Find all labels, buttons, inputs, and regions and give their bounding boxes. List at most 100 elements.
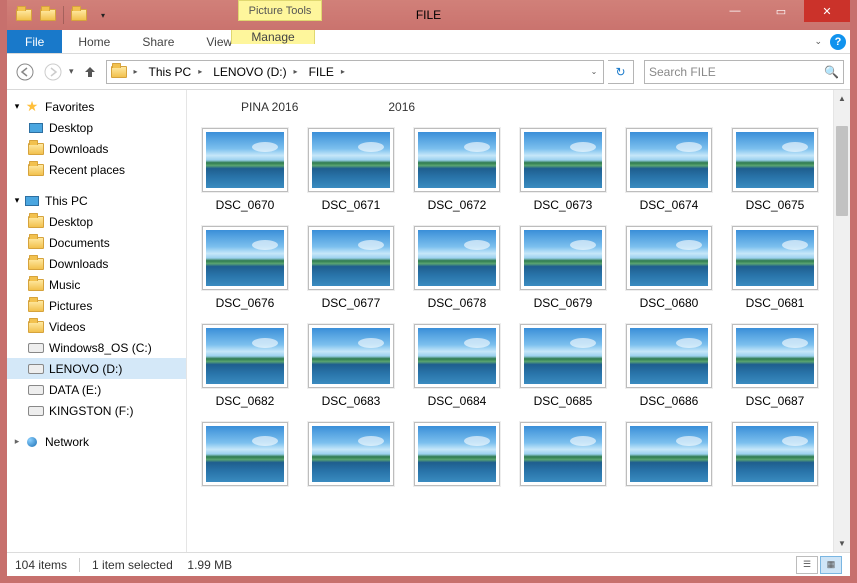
file-name: DSC_0678 [428, 296, 487, 310]
tree-item-downloads[interactable]: Downloads [7, 138, 186, 159]
file-thumbnail[interactable]: DSC_0686 [625, 324, 713, 408]
qat-properties-button[interactable] [37, 4, 59, 26]
image-preview-icon [312, 426, 390, 482]
folder-label[interactable]: PINA 2016 [241, 100, 298, 114]
tree-item-desktop2[interactable]: Desktop [7, 211, 186, 232]
search-input[interactable] [649, 65, 824, 79]
tree-item-drive-e[interactable]: DATA (E:) [7, 379, 186, 400]
tab-file[interactable]: File [7, 30, 62, 53]
ribbon-expand-button[interactable]: ⌄ [814, 36, 822, 47]
search-icon: 🔍 [824, 65, 839, 79]
thumbnail-frame [414, 324, 500, 388]
image-preview-icon [736, 328, 814, 384]
tree-item-videos[interactable]: Videos [7, 316, 186, 337]
tab-manage[interactable]: Manage [231, 30, 315, 44]
tree-item-pictures[interactable]: Pictures [7, 295, 186, 316]
address-bar[interactable]: ▸ This PC ▸ LENOVO (D:) ▸ FILE ▸ ⌄ [106, 60, 604, 84]
chevron-right-icon[interactable]: ▸ [129, 61, 143, 83]
thumbnail-frame [626, 422, 712, 486]
image-preview-icon [630, 328, 708, 384]
file-thumbnail[interactable]: DSC_0680 [625, 226, 713, 310]
address-dropdown-button[interactable]: ⌄ [585, 67, 603, 76]
chevron-right-icon[interactable]: ▸ [336, 61, 350, 83]
back-button[interactable] [13, 60, 37, 84]
qat-new-folder-button[interactable] [68, 4, 90, 26]
maximize-button[interactable]: ▭ [758, 0, 804, 22]
file-thumbnail[interactable]: DSC_0682 [201, 324, 289, 408]
tab-share[interactable]: Share [126, 30, 190, 53]
file-thumbnail[interactable]: DSC_0679 [519, 226, 607, 310]
file-thumbnail[interactable]: DSC_0678 [413, 226, 501, 310]
breadcrumb-segment[interactable]: FILE [303, 61, 336, 83]
tree-item-drive-c[interactable]: Windows8_OS (C:) [7, 337, 186, 358]
forward-button[interactable] [41, 60, 65, 84]
tree-favorites[interactable]: ▾★Favorites [7, 96, 186, 117]
file-thumbnail[interactable]: DSC_0674 [625, 128, 713, 212]
breadcrumb-segment[interactable]: LENOVO (D:) [207, 61, 288, 83]
thumbnail-frame [732, 422, 818, 486]
file-thumbnail[interactable] [625, 422, 713, 486]
breadcrumb-segment[interactable]: This PC [143, 61, 194, 83]
file-thumbnail[interactable]: DSC_0671 [307, 128, 395, 212]
file-name: DSC_0671 [322, 198, 381, 212]
file-thumbnail[interactable] [413, 422, 501, 486]
tab-home[interactable]: Home [62, 30, 126, 53]
file-thumbnail[interactable]: DSC_0681 [731, 226, 819, 310]
file-thumbnail[interactable] [307, 422, 395, 486]
file-thumbnail[interactable]: DSC_0673 [519, 128, 607, 212]
tree-item-downloads2[interactable]: Downloads [7, 253, 186, 274]
tree-item-drive-d[interactable]: LENOVO (D:) [7, 358, 186, 379]
file-thumbnail[interactable] [731, 422, 819, 486]
thumbnail-frame [202, 128, 288, 192]
file-thumbnail[interactable]: DSC_0687 [731, 324, 819, 408]
image-preview-icon [312, 230, 390, 286]
file-thumbnail[interactable]: DSC_0672 [413, 128, 501, 212]
file-thumbnail[interactable]: DSC_0675 [731, 128, 819, 212]
file-thumbnail[interactable]: DSC_0677 [307, 226, 395, 310]
tree-item-drive-f[interactable]: KINGSTON (F:) [7, 400, 186, 421]
file-thumbnail[interactable] [519, 422, 607, 486]
scroll-down-button[interactable]: ▼ [834, 535, 850, 552]
tree-network[interactable]: ▸Network [7, 431, 186, 452]
scroll-up-button[interactable]: ▲ [834, 90, 850, 107]
thumbnails-view-button[interactable]: ▦ [820, 556, 842, 574]
tree-item-desktop[interactable]: Desktop [7, 117, 186, 138]
file-thumbnail[interactable]: DSC_0670 [201, 128, 289, 212]
file-name: DSC_0673 [534, 198, 593, 212]
qat-dropdown-button[interactable]: ▾ [92, 4, 114, 26]
tree-thispc[interactable]: ▾This PC [7, 190, 186, 211]
folder-icon [13, 4, 35, 26]
minimize-button[interactable]: — [712, 0, 758, 22]
file-thumbnail[interactable] [201, 422, 289, 486]
image-preview-icon [312, 132, 390, 188]
thumbnail-frame [626, 226, 712, 290]
details-view-button[interactable]: ☰ [796, 556, 818, 574]
file-name: DSC_0677 [322, 296, 381, 310]
file-name: DSC_0685 [534, 394, 593, 408]
history-dropdown-button[interactable]: ▾ [69, 66, 74, 77]
thumbnail-frame [202, 226, 288, 290]
chevron-right-icon[interactable]: ▸ [193, 61, 207, 83]
file-thumbnail[interactable]: DSC_0676 [201, 226, 289, 310]
tree-item-documents[interactable]: Documents [7, 232, 186, 253]
file-thumbnail[interactable]: DSC_0684 [413, 324, 501, 408]
folder-labels-row: PINA 2016 2016 [241, 100, 840, 114]
image-preview-icon [206, 230, 284, 286]
scroll-thumb[interactable] [836, 126, 848, 216]
close-button[interactable]: ✕ [804, 0, 850, 22]
up-button[interactable] [78, 60, 102, 84]
tree-item-recent[interactable]: Recent places [7, 159, 186, 180]
quick-access-toolbar: ▾ [7, 4, 114, 26]
file-thumbnail[interactable]: DSC_0683 [307, 324, 395, 408]
thumbnail-frame [202, 422, 288, 486]
file-name: DSC_0687 [746, 394, 805, 408]
vertical-scrollbar[interactable]: ▲ ▼ [833, 90, 850, 552]
help-icon[interactable]: ? [830, 34, 846, 50]
folder-label[interactable]: 2016 [388, 100, 415, 114]
tree-item-music[interactable]: Music [7, 274, 186, 295]
chevron-right-icon[interactable]: ▸ [289, 61, 303, 83]
refresh-button[interactable]: ↻ [608, 60, 634, 84]
file-thumbnail[interactable]: DSC_0685 [519, 324, 607, 408]
image-preview-icon [524, 328, 602, 384]
search-box[interactable]: 🔍 [644, 60, 844, 84]
